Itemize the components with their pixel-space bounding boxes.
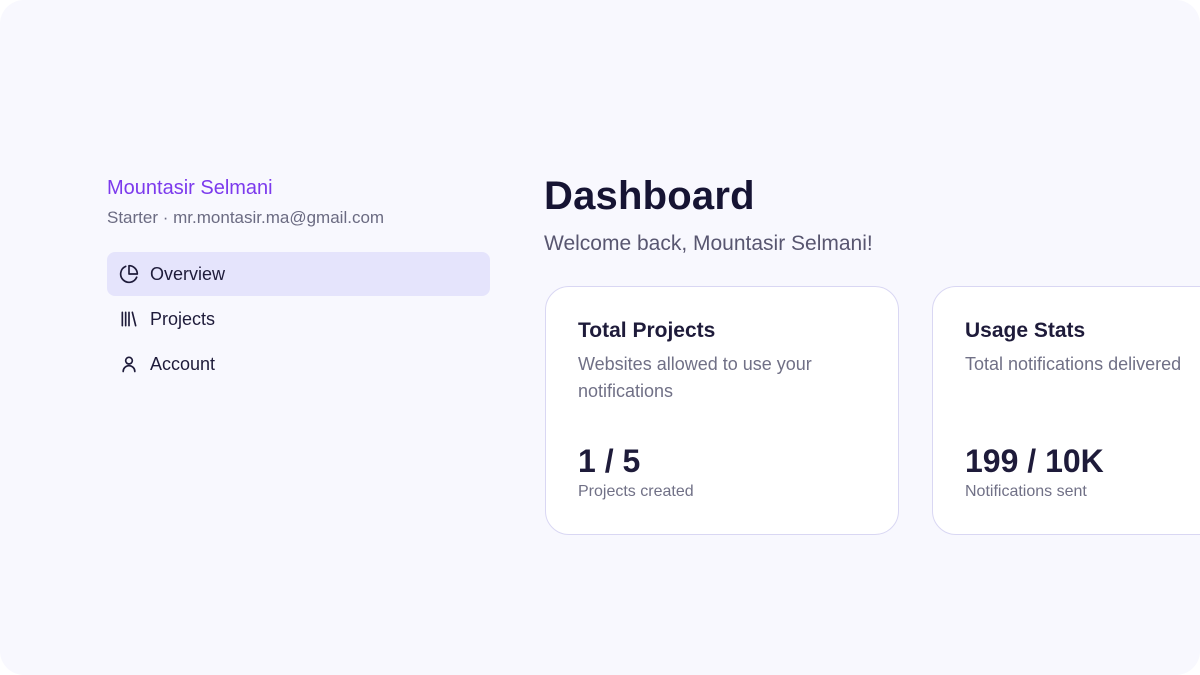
sidebar: Mountasir Selmani Starter · mr.montasir.… [107,174,490,386]
sidebar-item-projects[interactable]: Projects [107,297,490,341]
user-meta: Starter · mr.montasir.ma@gmail.com [107,206,490,230]
card-value: 1 / 5 [578,443,641,479]
card-title: Usage Stats [965,319,1086,342]
card-title: Total Projects [578,319,716,342]
sidebar-item-account[interactable]: Account [107,342,490,386]
meta-separator: · [158,208,174,227]
card-caption: Projects created [578,483,694,500]
pie-chart-icon [118,263,140,285]
plan-label: Starter [107,208,159,227]
sidebar-item-label: Account [150,353,216,374]
usage-stats-card: Usage Stats Total notifications delivere… [932,286,1200,535]
card-caption: Notifications sent [965,483,1087,500]
user-email: mr.montasir.ma@gmail.com [173,208,385,227]
app-frame: Mountasir Selmani Starter · mr.montasir.… [0,0,1200,675]
total-projects-card: Total Projects Websites allowed to use y… [545,286,899,535]
main-content: Dashboard Welcome back, Mountasir Selman… [544,172,1200,535]
welcome-message: Welcome back, Mountasir Selmani! [544,232,873,255]
sidebar-item-label: Projects [150,308,216,329]
library-icon [118,308,140,330]
sidebar-item-overview[interactable]: Overview [107,252,490,296]
user-icon [118,353,140,375]
page-title: Dashboard [544,174,755,218]
sidebar-nav: Overview Projects Account [107,252,490,386]
sidebar-item-label: Overview [150,263,226,284]
card-value: 199 / 10K [965,443,1104,479]
user-name: Mountasir Selmani [107,177,273,199]
card-description: Websites allowed to use your notificatio… [578,354,812,401]
stats-cards: Total Projects Websites allowed to use y… [545,286,1200,535]
card-description: Total notifications delivered [965,354,1182,374]
